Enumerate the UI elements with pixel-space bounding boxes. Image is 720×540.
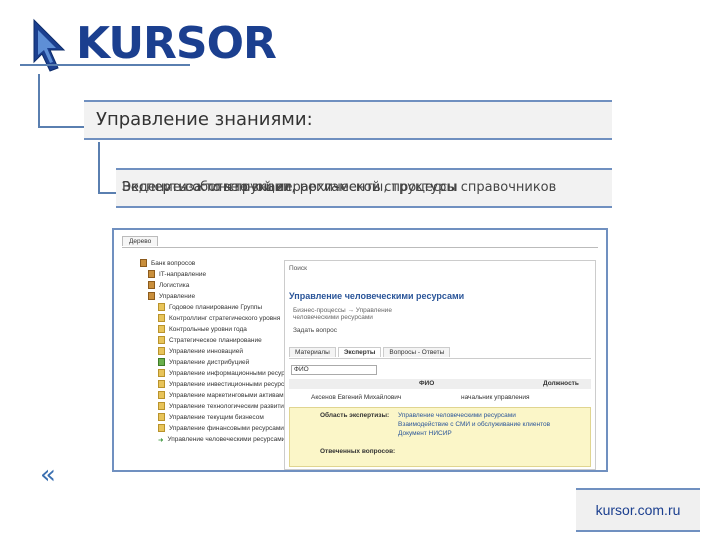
tree-item[interactable]: ➜ Управление человеческими ресурсами [140,434,300,445]
content-panel: Поиск Управление человеческими ресурсами… [284,260,596,470]
footer-site[interactable]: kursor.com.ru [576,488,700,532]
logo-text: KURSOR [76,18,277,69]
page-title: Управление человеческими ресурсами [289,291,465,301]
tree-item[interactable]: Банк вопросов [140,258,300,269]
column-header: ФИО [419,380,435,387]
tree-item[interactable]: Годовое планирование Группы [140,302,300,313]
tree-item[interactable]: Управление дистрибуцией [140,357,300,368]
doc-icon [158,303,165,312]
section-heading: Управление знаниями: [84,100,612,140]
tree-item[interactable]: Управление текущим бизнесом [140,412,300,423]
tree-item[interactable]: Управление информационными ресурсами [140,368,300,379]
tree-item[interactable]: Стратегическое планирование [140,335,300,346]
tree-item[interactable]: Контроллинг стратегического уровня [140,313,300,324]
doc-icon [158,413,165,422]
filter-select[interactable]: ФИО [291,365,377,375]
doc-icon [158,380,165,389]
table-row[interactable]: Аксенов Евгений Михайлович начальник упр… [289,393,591,403]
detail-label: Область экспертизы: [320,412,390,419]
detail-label: Отвеченных вопросов: [320,448,396,455]
doc-icon [158,347,165,356]
tree-item[interactable]: Управление инвестиционными ресурсами [140,379,300,390]
subtitle-line: Эксперты: кто что знает [122,180,291,195]
table-header: ФИО Должность [289,379,591,389]
tree-item[interactable]: IT-направление [140,269,300,280]
folder-icon [148,270,155,279]
expert-name: Аксенов Евгений Михайлович [311,394,402,401]
tree-item[interactable]: Управление инновацией [140,346,300,357]
expert-position: начальник управления [461,394,530,401]
double-chevron-left-icon[interactable]: « [40,462,56,488]
tree-line [38,74,40,128]
tab-materials[interactable]: Материалы [289,347,336,357]
tree-line [38,126,84,128]
tree-item[interactable]: Управление финансовыми ресурсами [140,423,300,434]
tree-item[interactable]: Управление технологическим развитием [140,401,300,412]
doc-icon [158,402,165,411]
panel-tabs: Материалы Эксперты Вопросы - Ответы [289,347,591,359]
knowledge-tree: Банк вопросов IT-направление Логистика У… [140,258,300,445]
breadcrumb[interactable]: Бизнес-процессы → Управление человечески… [293,307,413,321]
tree-tabbar: Дерево [122,236,598,248]
tree-item[interactable]: Управление [140,291,300,302]
doc-icon [158,314,165,323]
tree-item[interactable]: Управление маркетинговыми активами [140,390,300,401]
tree-line [98,192,116,194]
doc-icon [158,325,165,334]
detail-value[interactable]: Документ НИСИР [398,430,452,437]
tree-item[interactable]: Контрольные уровни года [140,324,300,335]
tab-tree[interactable]: Дерево [122,236,159,246]
tree-item[interactable]: Логистика [140,280,300,291]
ask-question-button[interactable]: Задать вопрос [293,327,337,334]
detail-value[interactable]: Взаимодействие с СМИ и обслуживание клие… [398,421,550,428]
subtitle-overlap: Ведение собственной иерархической структ… [116,168,612,208]
folder-icon [148,292,155,301]
doc-icon [158,424,165,433]
folder-icon [148,281,155,290]
check-icon [158,358,165,367]
app-screenshot: Дерево Банк вопросов IT-направление Логи… [112,228,608,472]
tab-qa[interactable]: Вопросы - Ответы [383,347,451,357]
arrow-icon: ➜ [158,437,164,445]
doc-icon [158,369,165,378]
tree-line [98,142,100,194]
search-input[interactable]: Поиск [289,265,591,275]
tree-line [20,64,190,66]
folder-icon [140,259,147,268]
doc-icon [158,391,165,400]
column-header: Должность [543,380,579,387]
detail-value[interactable]: Управление человеческими ресурсами [398,412,516,419]
expert-detail: Область экспертизы: Управление человечес… [289,407,591,467]
tab-experts[interactable]: Эксперты [337,347,382,357]
doc-icon [158,336,165,345]
